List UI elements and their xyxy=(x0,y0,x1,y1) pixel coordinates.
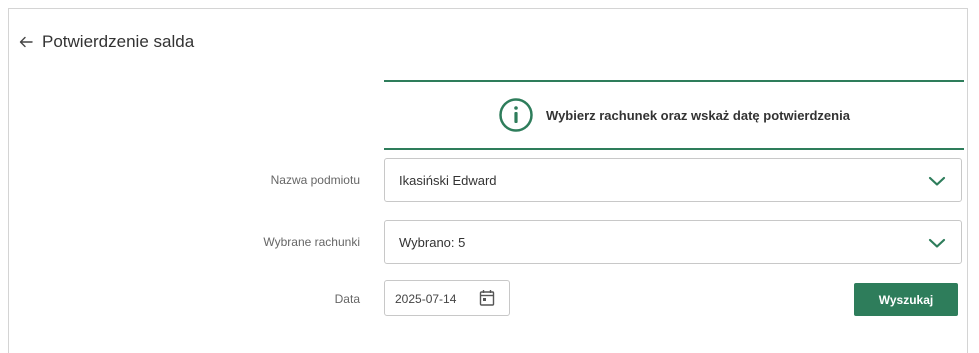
info-banner: Wybierz rachunek oraz wskaż datę potwier… xyxy=(384,80,964,150)
accounts-select[interactable]: Wybrano: 5 xyxy=(384,220,962,264)
search-button[interactable]: Wyszukaj xyxy=(854,283,958,316)
entity-select[interactable]: Ikasiński Edward xyxy=(384,158,962,202)
accounts-select-value: Wybrano: 5 xyxy=(399,235,466,250)
date-input[interactable]: 2025-07-14 xyxy=(384,280,510,316)
date-label: Data xyxy=(334,292,360,306)
accounts-label: Wybrane rachunki xyxy=(263,235,360,249)
entity-select-value: Ikasiński Edward xyxy=(399,173,497,188)
date-value: 2025-07-14 xyxy=(395,292,457,306)
info-message: Wybierz rachunek oraz wskaż datę potwier… xyxy=(546,107,850,123)
info-icon xyxy=(498,97,534,133)
page-title: Potwierdzenie salda xyxy=(42,32,195,51)
chevron-down-icon xyxy=(927,234,947,252)
entity-label: Nazwa podmiotu xyxy=(270,173,360,187)
calendar-icon[interactable] xyxy=(479,289,495,307)
back-arrow-icon[interactable] xyxy=(18,34,34,50)
page-header: Potwierdzenie salda xyxy=(18,32,194,52)
chevron-down-icon xyxy=(927,172,947,190)
